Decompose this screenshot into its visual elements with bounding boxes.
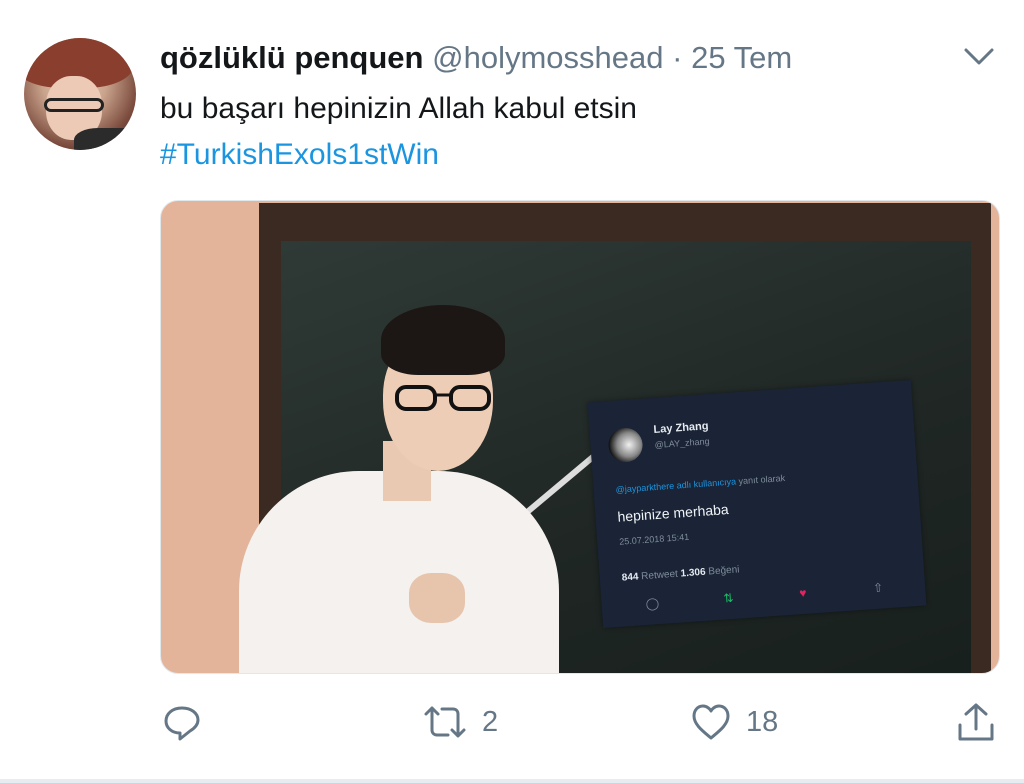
embedded-name: Lay Zhang	[653, 420, 709, 437]
embedded-text: hepinize merhaba	[616, 501, 730, 525]
avatar[interactable]	[24, 38, 136, 150]
share-icon	[958, 703, 994, 741]
chevron-down-icon[interactable]	[962, 44, 996, 70]
reply-icon	[164, 706, 200, 741]
tweet-media[interactable]: Lay Zhang @LAY_zhang @jayparkthere adlı …	[160, 200, 1000, 674]
embedded-retweet-label: Retweet	[640, 568, 679, 583]
display-name[interactable]: qözlüklü penquen	[160, 40, 424, 75]
like-count: 18	[746, 705, 779, 738]
embedded-like-label: Beğeni	[707, 564, 740, 578]
retweet-count: 2	[482, 705, 499, 738]
hashtag-link[interactable]: #TurkishExols1stWin	[160, 138, 439, 172]
embedded-retweet-icon: ⇅	[723, 590, 735, 606]
embedded-share-icon: ⇧	[872, 580, 884, 596]
embedded-reply-icon: ◯	[645, 596, 660, 611]
like-icon	[692, 704, 730, 740]
avatar-glasses	[44, 98, 104, 112]
person-hair	[381, 305, 505, 375]
tweet-date[interactable]: 25 Tem	[691, 40, 792, 75]
embedded-like-count: 1.306	[680, 566, 706, 580]
reply-button[interactable]	[162, 700, 202, 744]
embedded-stats: 844 Retweet 1.306 Beğeni	[621, 564, 739, 583]
tweet-actions: 2 18	[0, 700, 1024, 750]
person-shirt	[239, 471, 559, 673]
embedded-retweet-count: 844	[621, 571, 639, 584]
embedded-avatar	[607, 426, 644, 464]
avatar-shirt	[74, 128, 136, 150]
tweet-text: bu başarı hepinizin Allah kabul etsin	[160, 92, 637, 125]
tweet-header: qözlüklü penquen @holymosshead · 25 Tem	[160, 40, 792, 76]
like-button[interactable]: 18	[690, 700, 778, 744]
embedded-heart-icon: ♥	[798, 585, 807, 601]
person-fist	[409, 573, 465, 623]
embedded-tweet-screenshot: Lay Zhang @LAY_zhang @jayparkthere adlı …	[587, 379, 927, 629]
embedded-reply-suffix: yanıt olarak	[738, 472, 786, 487]
separator-dot: ·	[672, 40, 683, 75]
share-button[interactable]	[954, 700, 998, 744]
retweet-button[interactable]: 2	[422, 700, 498, 744]
embedded-handle: @LAY_zhang	[654, 436, 710, 450]
embedded-timestamp: 25.07.2018 15:41	[618, 531, 690, 547]
user-handle[interactable]: @holymosshead	[432, 40, 663, 75]
divider	[0, 779, 1024, 783]
embedded-reply-line: @jayparkthere adlı kullanıcıya yanıt ola…	[615, 473, 785, 495]
embedded-action-icons: ◯ ⇅ ♥ ⇧	[623, 579, 903, 614]
embedded-reply-link: @jayparkthere adlı kullanıcıya	[615, 476, 737, 495]
retweet-icon	[424, 706, 466, 738]
person-glasses	[395, 385, 491, 411]
